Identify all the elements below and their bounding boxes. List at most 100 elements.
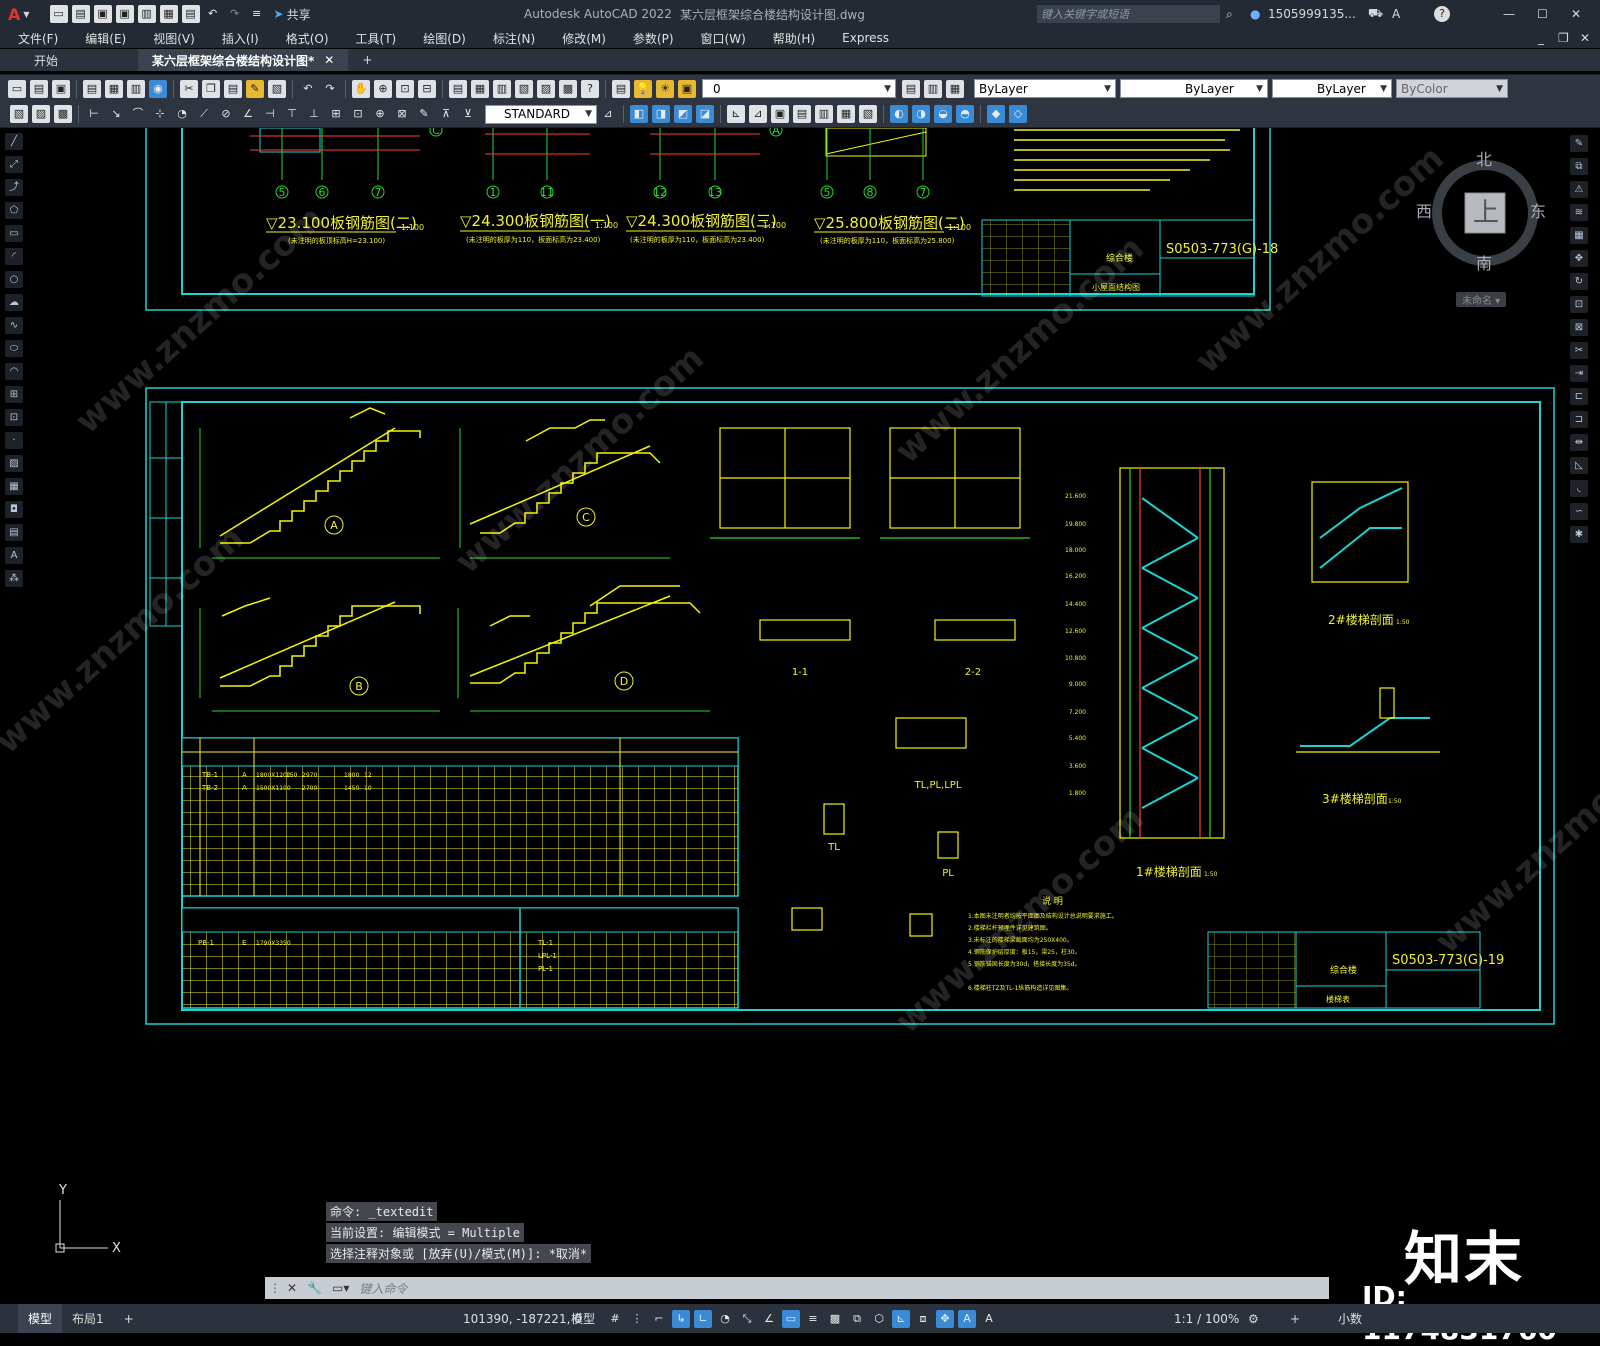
dynamic-input-icon[interactable]: ↳ — [672, 1309, 690, 1328]
app-menu-chevron-icon[interactable]: ▼ — [23, 10, 29, 19]
rotate-icon[interactable]: ↻ — [1570, 273, 1588, 290]
undo-icon[interactable]: ↶ — [299, 80, 317, 98]
dim-edit-icon[interactable]: ✎ — [415, 105, 433, 123]
array-icon[interactable]: ▦ — [1570, 227, 1588, 244]
doc-restore-icon[interactable]: ❐ — [1558, 31, 1569, 45]
customize-icon[interactable]: ≡ — [248, 5, 266, 23]
selection-filter-icon[interactable]: ⧈ — [914, 1310, 932, 1328]
search-icon[interactable]: ⌕ — [1226, 7, 1233, 22]
help-icon[interactable]: ? — [581, 79, 599, 98]
autodesk-account-icon[interactable]: A — [1392, 7, 1400, 21]
publish-icon[interactable]: ▥ — [127, 79, 145, 98]
redo-icon[interactable]: ↷ — [321, 80, 339, 98]
plot-icon[interactable]: ▤ — [181, 5, 200, 23]
zoom-window-icon[interactable]: ⊡ — [396, 79, 414, 98]
tolerance-icon[interactable]: ⊡ — [349, 105, 367, 123]
transparency-icon[interactable]: ▩ — [826, 1310, 844, 1328]
arc-icon[interactable]: ◜ — [5, 248, 23, 265]
linear-dim-icon[interactable]: ⊢ — [85, 105, 103, 123]
recent-commands-icon[interactable]: ▭▾ — [332, 1281, 349, 1295]
open-icon[interactable]: ▤ — [71, 5, 90, 23]
modeling-wedge-icon[interactable]: ◨ — [652, 105, 670, 123]
menu-format[interactable]: 格式(O) — [286, 30, 329, 47]
units-dropdown[interactable]: 小数 — [1338, 1310, 1362, 1327]
layer-on-icon[interactable]: 💡 — [634, 79, 652, 98]
layer-state-icon[interactable]: ▦ — [946, 79, 964, 98]
ordinate-dim-icon[interactable]: ⊹ — [151, 105, 169, 123]
menu-window[interactable]: 窗口(W) — [701, 30, 746, 47]
modeling-cone-icon[interactable]: ◩ — [674, 105, 692, 123]
blend-icon[interactable]: ∽ — [1570, 503, 1588, 520]
fillet-icon[interactable]: ◟ — [1570, 480, 1588, 497]
viewcube-west[interactable]: 西 — [1416, 198, 1432, 222]
grid-icon[interactable]: # — [606, 1310, 624, 1328]
close-icon[interactable]: ✕ — [1571, 7, 1581, 21]
ellipse-arc-icon[interactable]: ◠ — [5, 363, 23, 380]
point-icon[interactable]: · — [5, 432, 23, 449]
construction-line-icon[interactable]: ⤢ — [5, 156, 23, 173]
annotation-monitor-icon[interactable]: + — [1290, 1312, 1300, 1326]
ucs-face-icon[interactable]: ▤ — [793, 105, 811, 123]
new-tab-button[interactable]: + — [348, 49, 386, 71]
menu-modify[interactable]: 修改(M) — [562, 30, 606, 47]
command-grip-icon[interactable]: ⋮ — [269, 1281, 281, 1295]
visual-style2-icon[interactable]: ◑ — [912, 105, 930, 123]
menu-draw[interactable]: 绘图(D) — [423, 30, 466, 47]
render-icon[interactable]: ◆ — [987, 105, 1005, 123]
diameter-dim-icon[interactable]: ⊘ — [217, 105, 235, 123]
lineweight-dropdown[interactable]: ByLayer ▼ — [1272, 79, 1392, 98]
viewcube-east[interactable]: 东 — [1530, 198, 1546, 222]
save-as-icon[interactable]: ▣ — [115, 5, 134, 23]
layer-previous-icon[interactable]: ▥ — [924, 79, 942, 98]
gizmo-icon[interactable]: ✥ — [936, 1309, 954, 1328]
properties-icon[interactable]: ▤ — [449, 79, 467, 98]
break-at-point-icon[interactable]: ⊏ — [1570, 388, 1588, 405]
linetype-dropdown[interactable]: ByLayer ▼ — [1120, 79, 1268, 98]
join-icon[interactable]: ⇹ — [1570, 434, 1588, 451]
offset-icon[interactable]: ≋ — [1570, 204, 1588, 221]
visual-style3-icon[interactable]: ◒ — [934, 105, 952, 123]
ucs-world-icon[interactable]: ⊿ — [749, 105, 767, 123]
object-snap-icon[interactable]: ▭ — [782, 1309, 800, 1328]
jogged-dim-icon[interactable]: ⟋ — [195, 105, 213, 123]
3d-osnap-icon[interactable]: ⬡ — [870, 1310, 888, 1328]
3d-print-icon[interactable]: ◉ — [149, 79, 167, 98]
command-input[interactable]: 键入命令 — [359, 1280, 407, 1297]
workspace-gear-icon[interactable]: ⚙ — [1248, 1312, 1259, 1326]
tab-layout1[interactable]: 布局1 — [62, 1304, 114, 1333]
dynamic-ucs-icon[interactable]: ⊾ — [892, 1309, 910, 1328]
hatch-icon[interactable]: ▨ — [5, 455, 23, 472]
annotate2-icon[interactable]: ▨ — [32, 105, 50, 123]
baseline-dim-icon[interactable]: ⊤ — [283, 105, 301, 123]
pan-icon[interactable]: ✋ — [352, 79, 370, 98]
tool-palettes-icon[interactable]: ▥ — [493, 79, 511, 98]
color-dropdown[interactable]: ByLayer ▼ — [974, 79, 1116, 98]
auto-scale-icon[interactable]: A — [980, 1310, 998, 1328]
app-menu-button[interactable]: A — [8, 5, 20, 24]
tab-model[interactable]: 模型 — [18, 1304, 63, 1333]
paste-icon[interactable]: ▤ — [224, 79, 242, 98]
spline-icon[interactable]: ∿ — [5, 317, 23, 334]
inspection-icon[interactable]: ⊠ — [393, 105, 411, 123]
ucs-previous-icon[interactable]: ▣ — [771, 105, 789, 123]
menu-file[interactable]: 文件(F) — [18, 30, 58, 47]
stretch-icon[interactable]: ⊠ — [1570, 319, 1588, 336]
tab-document[interactable]: 某六层框架综合楼结构设计图* ✕ — [138, 49, 349, 71]
plotstyle-dropdown[interactable]: ByColor ▼ — [1396, 79, 1508, 98]
line-icon[interactable]: ╱ — [5, 133, 23, 150]
save-icon[interactable]: ▣ — [93, 5, 112, 23]
plot-icon[interactable]: ▤ — [83, 79, 101, 98]
quick-dim-icon[interactable]: ⊣ — [261, 105, 279, 123]
annotate-icon[interactable]: ▧ — [10, 105, 28, 123]
menu-view[interactable]: 视图(V) — [153, 30, 195, 47]
redo-icon[interactable]: ↷ — [226, 5, 244, 23]
arc-length-icon[interactable]: ⌒ — [129, 105, 147, 123]
sheet-set-icon[interactable]: ▧ — [515, 79, 533, 98]
radius-dim-icon[interactable]: ◔ — [173, 105, 191, 123]
modeling-sphere-icon[interactable]: ◪ — [696, 105, 714, 123]
isodraft-icon[interactable]: ⤡ — [738, 1310, 756, 1328]
dim-style-icon[interactable]: ⊿ — [599, 105, 617, 123]
tab-start[interactable]: 开始 — [0, 49, 138, 71]
selection-cycling-icon[interactable]: ⧉ — [848, 1310, 866, 1328]
maximize-icon[interactable]: ☐ — [1537, 7, 1548, 21]
